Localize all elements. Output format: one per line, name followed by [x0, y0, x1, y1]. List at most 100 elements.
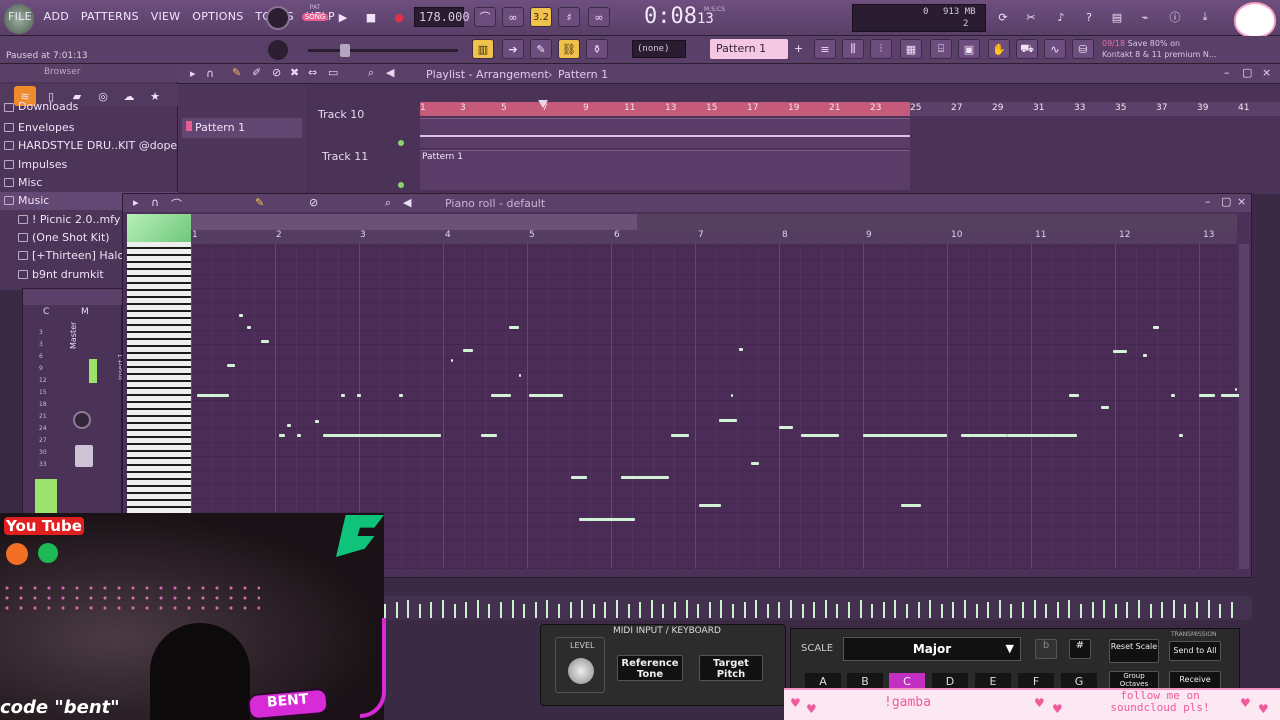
velocity-bar[interactable] — [639, 602, 642, 618]
velocity-bar[interactable] — [917, 602, 920, 618]
velocity-bar[interactable] — [650, 600, 653, 618]
velocity-bar[interactable] — [929, 600, 932, 618]
cut-button[interactable]: ✂ — [1020, 7, 1042, 27]
magnet-icon[interactable]: ∩ — [206, 67, 214, 80]
velocity-bar[interactable] — [418, 604, 421, 618]
delete-icon[interactable]: ⊘ — [309, 196, 318, 209]
timeline-ruler-ext[interactable]: 25 27 29 31 33 35 37 39 41 — [910, 102, 1280, 116]
slider-handle[interactable] — [340, 44, 350, 57]
velocity-bar[interactable] — [743, 602, 746, 618]
midi-note[interactable] — [357, 394, 361, 397]
render-button[interactable]: ⌁ — [1134, 7, 1156, 27]
level-knob[interactable] — [568, 658, 594, 684]
midi-note[interactable] — [1113, 350, 1127, 353]
midi-note[interactable] — [1143, 354, 1147, 357]
midi-note[interactable] — [739, 348, 743, 351]
midi-note[interactable] — [671, 434, 689, 437]
marketplace-button[interactable]: ⛟ — [1016, 39, 1038, 59]
pattern-selector[interactable]: Pattern 1 — [710, 39, 788, 59]
flat-button[interactable]: b — [1035, 639, 1057, 659]
zoom-icon[interactable]: ⌕ — [385, 196, 391, 210]
delete-icon[interactable]: ⊘ — [272, 66, 281, 79]
playhead-marker[interactable] — [538, 100, 548, 108]
stop-button[interactable]: ■ — [360, 7, 382, 27]
velocity-bar[interactable] — [1230, 602, 1233, 618]
midi-note[interactable] — [801, 434, 839, 437]
velocity-bar[interactable] — [894, 600, 897, 618]
slip-icon[interactable]: ⇔ — [308, 66, 317, 79]
vertical-scrollbar[interactable] — [1239, 244, 1249, 569]
velocity-bar[interactable] — [523, 604, 526, 618]
step-edit-button[interactable]: ♯ — [558, 7, 580, 27]
velocity-bar[interactable] — [1056, 602, 1059, 618]
group-octaves-button[interactable]: Group Octaves — [1109, 671, 1159, 689]
midi-note[interactable] — [519, 374, 521, 377]
knob-icon[interactable] — [268, 40, 288, 60]
stretch-button[interactable]: ∿ — [1044, 39, 1066, 59]
midi-note[interactable] — [621, 476, 669, 479]
velocity-bar[interactable] — [1045, 604, 1048, 618]
midi-note[interactable] — [1199, 394, 1215, 397]
velocity-bar[interactable] — [407, 600, 410, 618]
pencil-icon[interactable]: ✎ — [232, 66, 241, 79]
midi-note[interactable] — [1069, 394, 1079, 397]
midi-note[interactable] — [341, 394, 345, 397]
velocity-bar[interactable] — [685, 600, 688, 618]
velocity-bar[interactable] — [940, 604, 943, 618]
piano-roll-menu-icon[interactable]: ▸ — [133, 196, 139, 209]
piano-roll-button[interactable]: ▦ — [900, 39, 922, 59]
velocity-bar[interactable] — [720, 600, 723, 618]
save-button[interactable]: ▤ — [1106, 7, 1128, 27]
track-led[interactable] — [398, 182, 404, 188]
velocity-bar[interactable] — [1196, 602, 1198, 618]
metronome-button[interactable]: ⌒ — [474, 7, 496, 27]
velocity-bar[interactable] — [1010, 604, 1013, 618]
mixer-button[interactable]: ⫶ — [870, 39, 892, 59]
target-pitch-button[interactable]: Target Pitch — [699, 655, 763, 681]
track-led[interactable] — [398, 140, 404, 146]
midi-note[interactable] — [381, 434, 441, 437]
velocity-bar[interactable] — [836, 604, 839, 618]
add-pattern-icon[interactable]: + — [794, 42, 803, 55]
velocity-bar[interactable] — [500, 602, 502, 618]
midi-note[interactable] — [579, 518, 635, 521]
timeline-ruler[interactable]: 1 3 5 7 9 11 13 15 17 19 21 23 — [420, 102, 910, 116]
snap-button[interactable]: 3.2 — [530, 7, 552, 27]
piano-keyboard[interactable] — [127, 242, 191, 514]
playlist-menu-icon[interactable]: ▸ — [190, 67, 196, 80]
midi-note[interactable] — [279, 434, 285, 437]
velocity-bar[interactable] — [755, 600, 758, 618]
midi-note[interactable] — [297, 434, 301, 437]
browser-item[interactable]: Envelopes — [0, 119, 178, 137]
speaker-icon[interactable]: ◀ — [386, 66, 394, 79]
midi-note[interactable] — [509, 326, 519, 329]
midi-note[interactable] — [197, 394, 229, 397]
track-header-10[interactable]: Track 10 — [318, 108, 364, 121]
reset-scale-button[interactable]: Reset Scale — [1109, 639, 1159, 663]
midi-note[interactable] — [719, 419, 737, 422]
channel-rack-button[interactable]: ⫼ — [842, 39, 864, 59]
pattern-clip[interactable]: Pattern 1 — [420, 150, 910, 190]
menu-file[interactable]: FILE — [8, 10, 32, 23]
info-button[interactable]: ⓘ — [1164, 7, 1186, 27]
velocity-bar[interactable] — [616, 600, 618, 618]
velocity-bar[interactable] — [790, 600, 792, 618]
velocity-bar[interactable] — [813, 602, 816, 618]
velocity-bar[interactable] — [998, 600, 1001, 618]
velocity-bar[interactable] — [1022, 602, 1024, 618]
velocity-bar[interactable] — [975, 604, 978, 618]
midi-note[interactable] — [529, 394, 563, 397]
midi-note[interactable] — [961, 434, 1007, 437]
arrow-button[interactable]: ➔ — [502, 39, 524, 59]
tempo-display[interactable]: 178.000 — [414, 7, 470, 27]
velocity-bar[interactable] — [488, 604, 491, 618]
midi-note[interactable] — [1101, 406, 1109, 409]
magnet-icon[interactable]: ∩ — [151, 196, 159, 209]
pan-knob[interactable] — [73, 411, 91, 429]
midi-note[interactable] — [571, 476, 587, 479]
mute-icon[interactable]: ✖ — [290, 66, 299, 79]
download-button[interactable]: ⤓ — [1194, 7, 1216, 27]
undo-button[interactable]: ⟳ — [992, 7, 1014, 27]
velocity-bar[interactable] — [882, 602, 885, 618]
receive-button[interactable]: Receive — [1169, 671, 1221, 689]
